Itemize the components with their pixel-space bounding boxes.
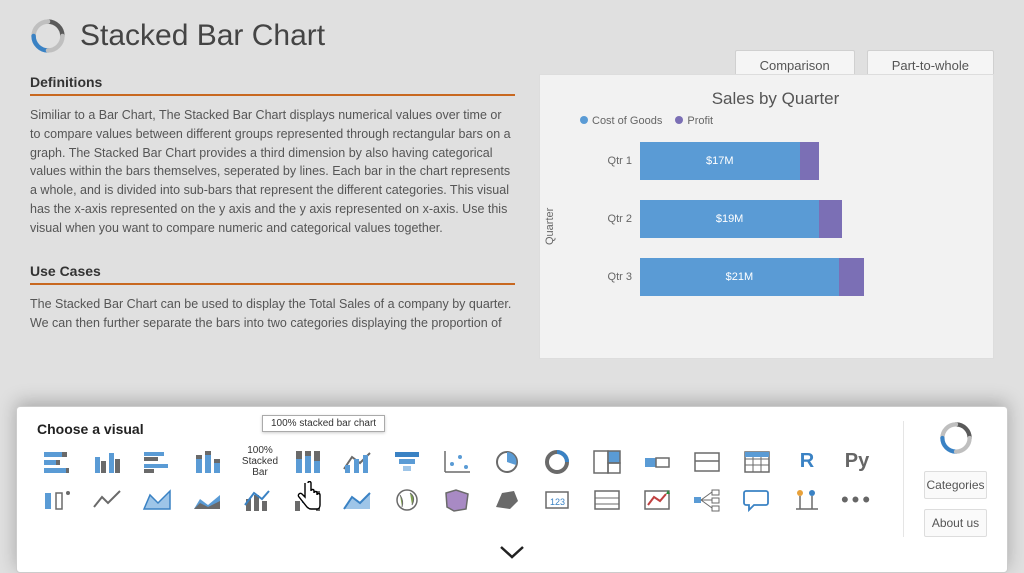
legend-cost: Cost of Goods bbox=[592, 115, 662, 127]
definitions-heading: Definitions bbox=[30, 74, 515, 96]
filled-map-icon[interactable] bbox=[437, 484, 477, 516]
gauge-icon[interactable] bbox=[637, 446, 677, 478]
pie-icon[interactable] bbox=[487, 446, 527, 478]
bar-value-q1: $17M bbox=[706, 155, 734, 167]
legend-dot-profit bbox=[675, 116, 683, 124]
line-area-icon[interactable] bbox=[337, 484, 377, 516]
page-title: Stacked Bar Chart bbox=[80, 19, 325, 53]
stacked-area-icon[interactable] bbox=[187, 484, 227, 516]
stacked-bar-icon[interactable] bbox=[37, 446, 77, 478]
categories-button[interactable]: Categories bbox=[924, 471, 987, 499]
line-chart-icon[interactable] bbox=[87, 484, 127, 516]
qa-icon[interactable] bbox=[737, 484, 777, 516]
timeline-icon[interactable] bbox=[787, 484, 827, 516]
decomposition-tree-icon[interactable] bbox=[687, 484, 727, 516]
bar-value-q3: $21M bbox=[726, 271, 754, 283]
stacked-column-icon[interactable] bbox=[187, 446, 227, 478]
more-visuals-icon[interactable]: ••• bbox=[837, 484, 877, 516]
r-visual-icon[interactable]: R bbox=[787, 446, 827, 478]
chevron-down-icon[interactable] bbox=[37, 545, 987, 566]
clustered-bar-icon[interactable] bbox=[137, 446, 177, 478]
bar-value-q2: $19M bbox=[716, 213, 744, 225]
side-logo-icon bbox=[939, 421, 973, 455]
ribbon-chart-icon[interactable] bbox=[337, 446, 377, 478]
chart-panel: Sales by Quarter Cost of Goods Profit Qu… bbox=[539, 74, 994, 359]
bar-label-q1: Qtr 1 bbox=[600, 155, 640, 167]
selected-visual-label: 100% Stacked Bar bbox=[237, 445, 283, 478]
donut-icon[interactable] bbox=[537, 446, 577, 478]
hundred-stacked-column-icon[interactable] bbox=[287, 446, 327, 478]
app-logo-icon bbox=[30, 18, 66, 54]
usecases-heading: Use Cases bbox=[30, 263, 515, 285]
visual-tooltip: 100% stacked bar chart bbox=[262, 415, 385, 432]
chart-y-axis-label: Quarter bbox=[544, 207, 556, 244]
legend-profit: Profit bbox=[687, 115, 713, 127]
scatter-icon[interactable] bbox=[437, 446, 477, 478]
treemap-icon[interactable] bbox=[587, 446, 627, 478]
key-influencers-icon[interactable] bbox=[37, 484, 77, 516]
multi-row-card-icon[interactable]: 123 bbox=[537, 484, 577, 516]
waterfall-icon[interactable] bbox=[287, 484, 327, 516]
clustered-column-icon[interactable] bbox=[87, 446, 127, 478]
legend-dot-cost bbox=[580, 116, 588, 124]
chart-legend: Cost of Goods Profit bbox=[580, 115, 971, 127]
area-chart-icon[interactable] bbox=[137, 484, 177, 516]
bar-label-q2: Qtr 2 bbox=[600, 213, 640, 225]
python-visual-icon[interactable]: Py bbox=[837, 446, 877, 478]
combo-chart-icon[interactable] bbox=[237, 484, 277, 516]
about-us-button[interactable]: About us bbox=[924, 509, 987, 537]
visual-picker-panel: Choose a visual 100% stacked bar chart 1… bbox=[16, 406, 1008, 573]
svg-text:123: 123 bbox=[550, 497, 565, 507]
visual-picker-title: Choose a visual bbox=[37, 421, 883, 437]
definitions-body: Similiar to a Bar Chart, The Stacked Bar… bbox=[30, 106, 515, 237]
matrix-icon[interactable] bbox=[737, 446, 777, 478]
card-icon[interactable] bbox=[687, 446, 727, 478]
shape-map-icon[interactable] bbox=[487, 484, 527, 516]
slicer-icon[interactable] bbox=[587, 484, 627, 516]
chart-area: Qtr 1 $17M Qtr 2 $19M Qtr 3 $21M bbox=[580, 139, 971, 299]
chart-title: Sales by Quarter bbox=[580, 89, 971, 109]
map-icon[interactable] bbox=[387, 484, 427, 516]
bar-label-q3: Qtr 3 bbox=[600, 271, 640, 283]
kpi-icon[interactable] bbox=[637, 484, 677, 516]
funnel-icon[interactable] bbox=[387, 446, 427, 478]
usecases-body: The Stacked Bar Chart can be used to dis… bbox=[30, 295, 515, 333]
